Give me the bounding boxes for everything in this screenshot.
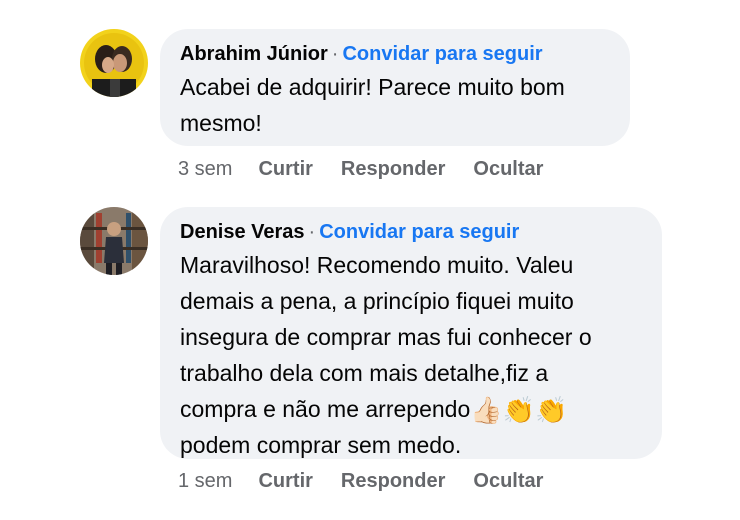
comment-header: Denise Veras · Convidar para seguir [180, 219, 642, 245]
comment-text-line: trabalho dela com mais detalhe,fiz a [180, 360, 549, 386]
author-name[interactable]: Denise Veras [180, 221, 305, 243]
hide-button[interactable]: Ocultar [473, 468, 543, 494]
separator-dot: · [308, 221, 316, 243]
reply-button[interactable]: Responder [341, 468, 445, 494]
comment-text-line: compra e não me arrependo👍🏻👏👏 [180, 391, 642, 427]
avatar-photo-icon [80, 29, 148, 97]
like-button[interactable]: Curtir [258, 468, 312, 494]
author-name[interactable]: Abrahim Júnior [180, 43, 328, 65]
comment-actions: 3 sem Curtir Responder Ocultar [178, 156, 571, 182]
comment-text: Acabei de adquirir! Parece muito bom mes… [180, 69, 610, 141]
comment-actions: 1 sem Curtir Responder Ocultar [178, 468, 571, 494]
hide-button[interactable]: Ocultar [473, 156, 543, 182]
like-button[interactable]: Curtir [258, 156, 312, 182]
comment-timestamp[interactable]: 3 sem [178, 156, 232, 182]
thumbs-up-emoji-icon: 👍🏻 [470, 396, 503, 426]
comment-text: Maravilhoso! Recomendo muito. Valeu dema… [180, 247, 642, 463]
invite-follow-link[interactable]: Convidar para seguir [342, 43, 542, 65]
reply-button[interactable]: Responder [341, 156, 445, 182]
comment-timestamp[interactable]: 1 sem [178, 468, 232, 494]
clapping-hands-emoji-icon: 👏 [534, 396, 568, 426]
comment-text-line: demais a pena, a princípio fiquei muito [180, 288, 574, 314]
avatar-denise[interactable] [80, 207, 148, 275]
comment-text-fragment: compra e não me arrependo [180, 396, 471, 422]
separator-dot: · [331, 43, 339, 65]
comment-text-line: podem comprar sem medo. [180, 432, 462, 458]
comment-text-line: Maravilhoso! Recomendo muito. Valeu [180, 252, 574, 278]
comment-bubble: Abrahim Júnior · Convidar para seguir Acab… [160, 29, 630, 146]
avatar-abrahim[interactable] [80, 29, 148, 97]
comment-bubble: Denise Veras · Convidar para seguir Maravi… [160, 207, 662, 459]
comment-text-line: insegura de comprar mas fui conhecer o [180, 324, 592, 350]
clapping-hands-emoji-icon: 👏 [502, 396, 535, 426]
invite-follow-link[interactable]: Convidar para seguir [319, 221, 519, 243]
avatar-photo-icon [80, 207, 148, 275]
comment-header: Abrahim Júnior · Convidar para seguir [180, 41, 610, 67]
comment-text-line: Acabei de adquirir! Parece muito bom [180, 74, 565, 100]
comment-text-line: mesmo! [180, 110, 262, 136]
